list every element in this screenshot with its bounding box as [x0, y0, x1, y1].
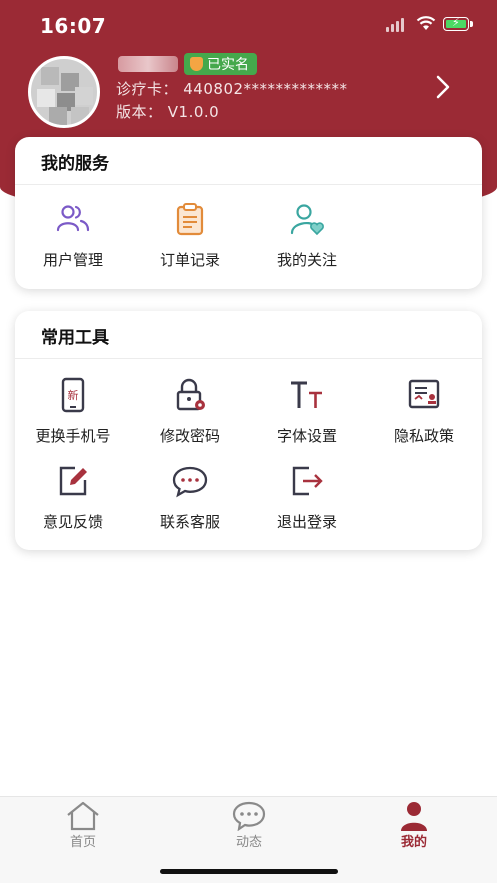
tool-logout[interactable]: 退出登录: [249, 463, 365, 543]
tools-title: 常用工具: [41, 328, 109, 348]
tool-label: 修改密码: [159, 427, 220, 445]
tool-label: 字体设置: [276, 427, 337, 445]
clipboard-icon: [176, 203, 204, 236]
service-order-records[interactable]: 订单记录: [132, 201, 248, 281]
service-label: 用户管理: [42, 251, 103, 269]
user-name-blurred: [118, 56, 178, 72]
tab-label: 动态: [235, 835, 262, 850]
tab-feed[interactable]: 动态: [189, 797, 309, 857]
logout-icon: [292, 466, 323, 496]
app-version: 版本： V1.0.0: [116, 103, 220, 121]
tool-label: 更换手机号: [35, 427, 111, 445]
tool-font-settings[interactable]: 字体设置: [249, 377, 365, 457]
chevron-right-icon[interactable]: [430, 74, 456, 100]
tool-label: 意见反馈: [42, 513, 103, 531]
shield-icon: [190, 57, 203, 71]
lock-gear-icon: [176, 378, 205, 411]
service-user-management[interactable]: 用户管理: [15, 201, 131, 281]
divider: [15, 184, 482, 185]
tool-label: 联系客服: [159, 513, 220, 531]
card-number: 诊疗卡： 440802*************: [116, 80, 348, 98]
tool-feedback[interactable]: 意见反馈: [15, 463, 131, 543]
tab-mine[interactable]: 我的: [354, 797, 474, 857]
tools-card: 常用工具 新 更换手机号 修改密码 字体设置 隐私政策 意见反馈 联系客服 退出…: [15, 311, 482, 550]
home-icon: [67, 801, 99, 831]
battery-icon: ⚡: [443, 16, 473, 31]
person-icon: [401, 802, 427, 831]
tab-label: 首页: [69, 835, 96, 850]
tab-label: 我的: [400, 835, 427, 850]
avatar[interactable]: [28, 56, 100, 128]
document-policy-icon: [408, 379, 440, 409]
service-label: 订单记录: [159, 251, 220, 269]
wifi-icon: [416, 16, 436, 30]
users-icon: [56, 205, 90, 232]
services-card: 我的服务 用户管理 订单记录 我的关注: [15, 137, 482, 289]
tool-change-phone[interactable]: 新 更换手机号: [15, 377, 131, 457]
status-time: 16:07: [40, 14, 107, 38]
service-my-follows[interactable]: 我的关注: [249, 201, 365, 281]
font-size-icon: [291, 381, 322, 408]
tool-privacy-policy[interactable]: 隐私政策: [366, 377, 482, 457]
signal-icon: [386, 18, 404, 32]
phone-new-icon: 新: [61, 377, 85, 413]
new-badge-text: 新: [68, 388, 79, 402]
verified-badge: 已实名: [184, 53, 257, 75]
chat-bubble-icon: [172, 466, 208, 498]
edit-feedback-icon: [59, 466, 87, 496]
tool-change-password[interactable]: 修改密码: [132, 377, 248, 457]
service-label: 我的关注: [276, 251, 337, 269]
tab-home[interactable]: 首页: [23, 797, 143, 857]
divider: [15, 358, 482, 359]
status-bar: 16:07 ⚡: [0, 0, 497, 50]
services-title: 我的服务: [41, 154, 109, 174]
tool-label: 退出登录: [276, 513, 337, 531]
home-indicator: [160, 869, 338, 874]
tool-customer-service[interactable]: 联系客服: [132, 463, 248, 543]
tool-label: 隐私政策: [393, 427, 454, 445]
user-heart-icon: [290, 204, 324, 236]
chat-dots-icon: [232, 801, 266, 831]
verified-label: 已实名: [207, 57, 249, 73]
